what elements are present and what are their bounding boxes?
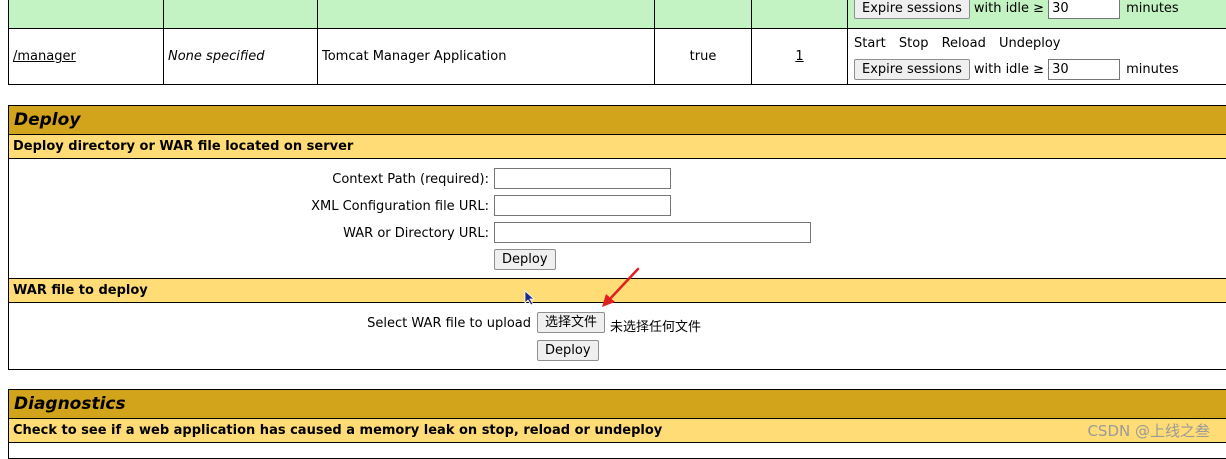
minutes-label: minutes [1126,0,1179,22]
expire-sessions-button[interactable]: Expire sessions [854,59,970,80]
undeploy-command[interactable]: Undeploy [999,36,1061,51]
idle-minutes-input[interactable] [1048,0,1120,19]
context-path-label: Context Path (required): [189,172,489,187]
choose-file-button[interactable]: 选择文件 [537,312,605,333]
app-command-links: Start Stop Reload Undeploy [854,31,1226,57]
reload-command[interactable]: Reload [942,36,986,51]
deploy-section-title: Deploy [9,106,1226,135]
annotation-arrow-icon [598,266,642,310]
idle-label: with idle ≥ [974,57,1044,83]
app-display-name-cell: None specified [164,29,318,85]
deploy-section: Deploy Deploy directory or WAR file loca… [8,105,1226,370]
application-row: /manager None specified Tomcat Manager A… [9,29,1226,85]
sessions-link[interactable]: 1 [795,49,803,64]
xml-config-url-input[interactable] [494,195,671,216]
deploy-server-subtitle: Deploy directory or WAR file located on … [9,135,1226,159]
context-path-input[interactable] [494,168,671,189]
app-path-link[interactable]: /manager [13,49,76,64]
app-sessions-cell [752,0,848,29]
app-display-name-cell [164,0,318,29]
application-row: Expire sessions with idle ≥ minutes [9,0,1226,29]
stop-command[interactable]: Stop [899,36,929,51]
xml-config-label: XML Configuration file URL: [189,199,489,214]
app-running-cell [655,0,752,29]
idle-label: with idle ≥ [974,0,1044,22]
upload-deploy-button[interactable]: Deploy [537,340,599,361]
deploy-server-button[interactable]: Deploy [494,249,556,270]
mouse-cursor-icon [524,290,536,306]
app-description-cell [318,0,655,29]
war-dir-label: WAR or Directory URL: [189,226,489,241]
app-sessions-cell: 1 [752,29,848,85]
expire-sessions-form: Expire sessions with idle ≥ minutes [854,57,1226,83]
app-commands-cell: Start Stop Reload Undeploy Expire sessio… [848,29,1226,85]
app-description-cell: Tomcat Manager Application [318,29,655,85]
idle-minutes-input[interactable] [1048,59,1120,80]
app-path-cell: /manager [9,29,164,85]
diagnostics-subtitle: Check to see if a web application has ca… [9,419,1226,443]
war-directory-url-input[interactable] [494,222,811,243]
applications-table: Expire sessions with idle ≥ minutes /man… [8,0,1226,85]
no-file-chosen-text: 未选择任何文件 [610,316,701,335]
watermark: CSDN @上线之叁 [1087,420,1210,441]
expire-sessions-form: Expire sessions with idle ≥ minutes [854,0,1226,22]
app-commands-cell: Expire sessions with idle ≥ minutes [848,0,1226,29]
app-path-cell [9,0,164,29]
minutes-label: minutes [1126,57,1179,83]
diagnostics-section-title: Diagnostics [9,390,1226,419]
app-running-cell: true [655,29,752,85]
expire-sessions-button[interactable]: Expire sessions [854,0,970,19]
select-war-label: Select WAR file to upload [231,316,531,331]
start-command[interactable]: Start [854,36,886,51]
